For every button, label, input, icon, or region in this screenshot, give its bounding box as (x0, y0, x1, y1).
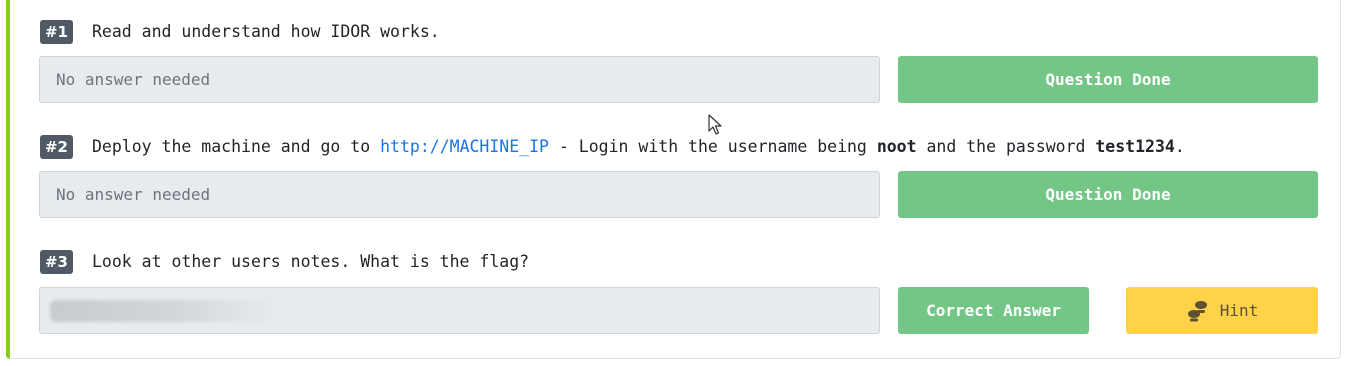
answer-input-3[interactable] (39, 287, 880, 334)
password-value: test1234 (1095, 137, 1175, 156)
task-panel: #1 Read and understand how IDOR works. N… (6, 0, 1341, 359)
question-text: Read and understand how IDOR works. (92, 22, 440, 41)
question-text-part: - Login with the username being (548, 137, 877, 156)
answer-input-2[interactable]: No answer needed (39, 171, 880, 218)
question-number-badge: #1 (40, 19, 73, 44)
hint-label: Hint (1219, 301, 1259, 320)
question-number-badge: #3 (40, 249, 73, 274)
question-text-part: . (1174, 137, 1185, 156)
question-2-label: #2 Deploy the machine and go to http://M… (40, 134, 1185, 159)
question-text: Deploy the machine and go to http://MACH… (92, 137, 1185, 156)
question-1-label: #1 Read and understand how IDOR works. (40, 19, 440, 44)
question-done-button[interactable]: Question Done (898, 171, 1318, 218)
question-text-part: and the password (916, 137, 1096, 156)
correct-answer-button[interactable]: Correct Answer (898, 287, 1089, 334)
footsteps-icon (1186, 300, 1210, 322)
question-done-button[interactable]: Question Done (898, 56, 1318, 103)
question-number-badge: #2 (40, 134, 73, 159)
machine-ip-link[interactable]: http://MACHINE_IP (380, 137, 549, 156)
username-value: noot (876, 137, 917, 156)
answer-input-1[interactable]: No answer needed (39, 56, 880, 103)
question-text-part: Deploy the machine and go to (92, 137, 381, 156)
question-text: Look at other users notes. What is the f… (92, 252, 530, 271)
redacted-answer (50, 300, 275, 322)
mouse-cursor-icon (708, 114, 722, 135)
hint-button[interactable]: Hint (1126, 287, 1318, 334)
question-3-label: #3 Look at other users notes. What is th… (40, 249, 529, 274)
